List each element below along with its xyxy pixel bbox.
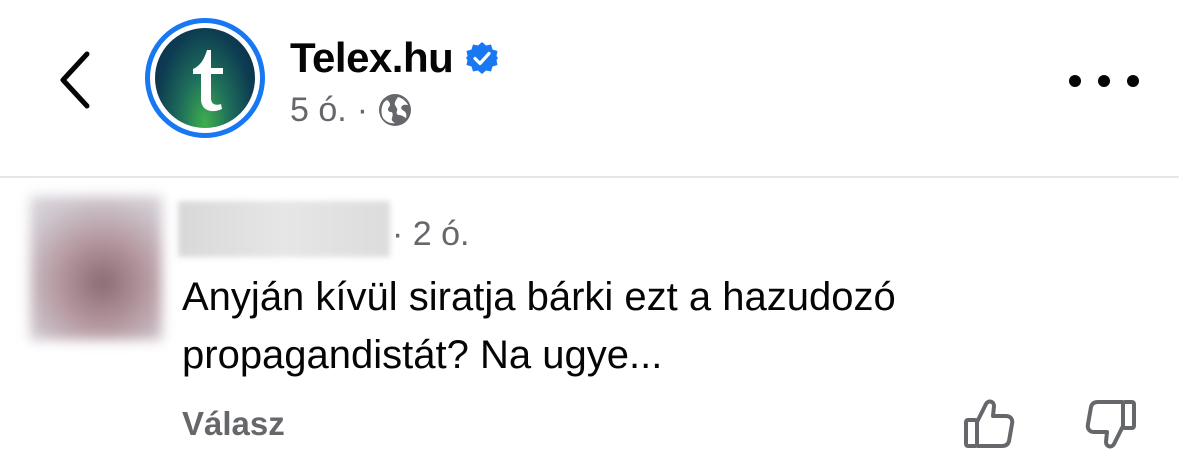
page-name-row: Telex.hu [290, 30, 499, 86]
header-divider [0, 176, 1179, 178]
telex-logo [155, 28, 255, 128]
more-dot [1069, 75, 1081, 87]
commenter-name-redacted[interactable] [178, 201, 390, 257]
page-avatar[interactable] [145, 18, 265, 138]
upvote-button[interactable] [960, 396, 1018, 452]
more-options-button[interactable] [1069, 60, 1139, 102]
post-header: Telex.hu 5 ó. · [0, 0, 1179, 176]
reply-button[interactable]: Válasz [182, 402, 285, 446]
page-name[interactable]: Telex.hu [290, 34, 454, 82]
thumbs-down-icon [1085, 400, 1136, 449]
thumbs-up-icon [964, 399, 1015, 448]
verified-badge-icon [465, 41, 499, 75]
post-meta: 5 ó. · [290, 88, 412, 132]
commenter-avatar[interactable] [30, 196, 162, 340]
back-button[interactable] [40, 40, 110, 120]
globe-icon [378, 93, 412, 127]
comment-text: Anyján kívül siratja bárki ezt a hazudoz… [182, 275, 896, 377]
downvote-button[interactable] [1082, 396, 1140, 452]
chevron-left-icon [60, 51, 90, 109]
more-dot [1127, 75, 1139, 87]
post-time[interactable]: 5 ó. [290, 91, 347, 130]
more-dot [1098, 75, 1110, 87]
comment-time[interactable]: · 2 ó. [392, 212, 469, 256]
meta-separator: · [356, 90, 369, 129]
